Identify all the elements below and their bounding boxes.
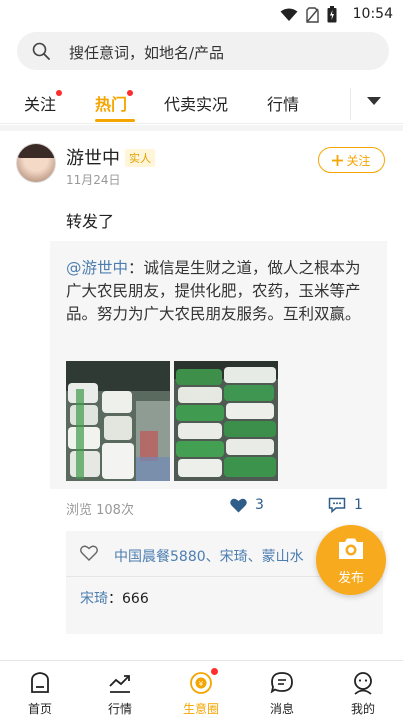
search-input[interactable]: 搜任意词，如地名/产品 xyxy=(17,32,389,70)
comment-text: 666 xyxy=(122,591,149,607)
quoted-text: @游世中：诚信是生财之道，做人之根本为广大农民朋友，提供化肥，农药，玉米等产品。… xyxy=(66,257,376,326)
tab-dot xyxy=(56,90,63,96)
heart-icon xyxy=(230,498,247,512)
post-text: 转发了 xyxy=(66,212,115,231)
comment-item[interactable]: 宋琦：666 xyxy=(80,588,149,608)
publish-label: 发布 xyxy=(337,571,364,586)
search-icon xyxy=(32,42,50,60)
tab-label: 热门 xyxy=(95,95,128,114)
battery-icon xyxy=(327,6,337,23)
status-icons xyxy=(280,6,337,23)
nav-label: 我的 xyxy=(350,702,375,716)
no-sim-icon xyxy=(306,6,319,23)
nav-label: 消息 xyxy=(269,702,294,716)
verified-badge: 实人 xyxy=(125,149,155,167)
tabs-divider xyxy=(350,88,351,120)
tab-label: 代卖实况 xyxy=(164,95,229,114)
category-tabs: 关注 热门 代卖实况 行情 xyxy=(0,82,403,124)
post-date: 11月24日 xyxy=(66,173,121,187)
business-circle-icon: ¥ xyxy=(190,672,212,694)
nav-label: 首页 xyxy=(27,702,52,716)
nav-business-circle[interactable]: ¥ 生意圈 xyxy=(161,666,241,720)
quoted-post[interactable]: @游世中：诚信是生财之道，做人之根本为广大农民朋友，提供化肥，农药，玉米等产品。… xyxy=(50,241,387,489)
avatar[interactable] xyxy=(16,143,56,183)
search-placeholder: 搜任意词，如地名/产品 xyxy=(69,44,225,62)
tab-label: 关注 xyxy=(24,95,57,114)
product-photo[interactable] xyxy=(66,361,170,481)
comment-author[interactable]: 宋琦 xyxy=(80,591,108,607)
svg-text:¥: ¥ xyxy=(199,680,204,688)
message-icon xyxy=(270,672,293,694)
nav-messages[interactable]: 消息 xyxy=(242,666,322,720)
tab-market[interactable]: 行情 xyxy=(267,91,299,115)
post-stats: 浏览 108次 3 1 xyxy=(0,493,403,523)
plus-icon xyxy=(332,154,344,166)
trend-icon xyxy=(109,675,130,693)
publish-button[interactable]: 发布 xyxy=(316,525,386,595)
profile-icon xyxy=(354,672,372,695)
comment-button[interactable]: 1 xyxy=(328,497,363,513)
tab-consignment[interactable]: 代卖实况 xyxy=(164,91,228,115)
nav-profile[interactable]: 我的 xyxy=(323,666,403,720)
heart-outline-icon xyxy=(80,545,98,561)
tab-follow[interactable]: 关注 xyxy=(24,90,63,115)
comment-icon xyxy=(328,497,346,513)
mention-link[interactable]: @游世中 xyxy=(66,259,128,277)
bottom-nav: 首页 行情 ¥ 生意圈 消息 我的 xyxy=(0,660,403,720)
comment-count: 1 xyxy=(354,497,363,513)
active-tab-underline xyxy=(95,119,135,122)
nav-label: 行情 xyxy=(107,702,132,716)
tab-label: 行情 xyxy=(267,95,300,114)
camera-icon xyxy=(339,538,363,559)
user-name[interactable]: 游世中 xyxy=(66,144,120,170)
home-icon xyxy=(31,672,49,693)
tab-hot[interactable]: 热门 xyxy=(95,90,134,115)
nav-home[interactable]: 首页 xyxy=(0,666,80,720)
view-count: 浏览 108次 xyxy=(66,503,134,518)
nav-label: 生意圈 xyxy=(182,702,219,716)
status-time: 10:54 xyxy=(352,6,393,22)
follow-button[interactable]: 关注 xyxy=(318,147,385,173)
notification-dot xyxy=(211,668,218,675)
status-bar: 10:54 xyxy=(0,0,403,30)
nav-market[interactable]: 行情 xyxy=(80,666,160,720)
like-count: 3 xyxy=(255,497,264,513)
wifi-icon xyxy=(280,8,298,21)
follow-label: 关注 xyxy=(346,153,371,168)
product-photo[interactable] xyxy=(174,361,278,481)
like-button[interactable]: 3 xyxy=(230,497,264,513)
tab-dot xyxy=(127,90,134,96)
chevron-down-icon[interactable] xyxy=(366,96,382,106)
